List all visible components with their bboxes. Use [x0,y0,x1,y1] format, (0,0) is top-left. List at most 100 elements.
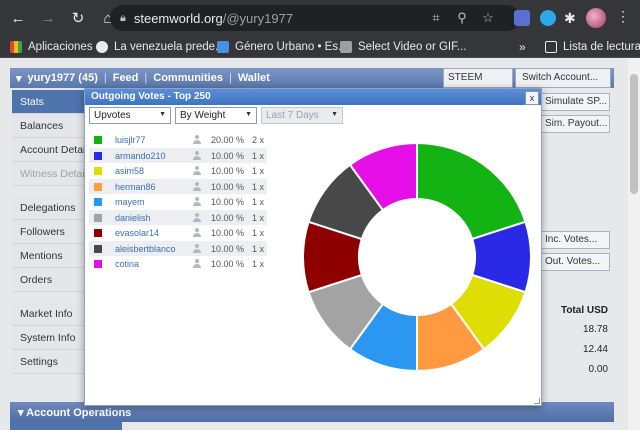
voter-link[interactable]: mayem [115,197,145,207]
bookmark-apps[interactable]: Aplicaciones [10,40,93,53]
resize-grip-icon[interactable] [534,398,540,404]
bookmark-item[interactable]: Género Urbano • Es... [217,40,348,53]
simulate-sp-button[interactable]: Simulate SP... [540,93,610,111]
vote-row: luisjlr77 20.00 % 2 x [89,132,267,148]
user-icon [192,197,202,206]
dialog-title: Outgoing Votes - Top 250 [85,89,541,105]
vote-count: 2 x [252,135,265,145]
bookmark-label: Género Urbano • Es... [235,40,348,53]
legend-swatch [94,167,102,175]
browser-toolbar: ← → ↻ ⌂ 🔒︎ steemworld.org/@yury1977 ⌗ ⚲ … [0,0,640,36]
out-votes-button[interactable]: Out. Votes... [540,253,610,271]
address-bar[interactable]: 🔒︎ steemworld.org/@yury1977 ⌗ ⚲ ☆ [110,5,520,31]
outgoing-votes-dialog: Outgoing Votes - Top 250 x Upvotes ▼ By W… [84,88,542,406]
vote-count: 1 x [252,259,265,269]
legend-swatch [94,136,102,144]
user-icon [192,181,202,191]
user-icon [192,228,202,237]
total-usd-value: 18.78 [582,324,608,335]
menu-icon[interactable]: ⋮ [616,8,630,25]
currency-select[interactable]: STEEM [443,68,513,88]
vote-count: 1 x [252,212,265,223]
bookmark-label: Aplicaciones [28,40,93,53]
bookmarks-more-icon[interactable]: » [519,40,526,54]
vote-count: 1 x [252,228,265,238]
total-usd-header: Total USD [560,305,608,316]
avatar[interactable] [586,8,606,28]
lock-icon: 🔒︎ [120,11,126,24]
bookmark-item[interactable]: Select Video or GIF... [340,40,466,53]
legend-swatch [94,182,102,191]
vote-count: 1 x [252,197,265,207]
caret-down-icon: ▼ [331,111,338,118]
votes-list: luisjlr77 20.00 % 2 x armando210 10.00 % 1 x a… [89,132,267,272]
legend-swatch [94,213,102,222]
zoom-icon[interactable]: ⚲ [454,10,470,26]
vote-row: mayem 10.00 % 1 x [89,194,267,210]
vote-row: aleisbertblanco 10.00 % 1 x [89,240,267,256]
bookmark-label: La venezuela prede... [114,40,225,53]
reload-icon[interactable]: ↻ [66,6,90,30]
account-operations-title: Account Operations [26,407,132,419]
vote-type-select[interactable]: Upvotes ▼ [89,107,171,124]
legend-swatch [94,198,102,206]
url-path: /@yury1977 [222,10,294,26]
vote-row: danielish 10.00 % 1 x [89,209,267,225]
chevron-down-icon[interactable]: ▾ [16,72,22,85]
star-icon[interactable]: ☆ [480,10,496,26]
reading-list[interactable]: Lista de lectura [545,40,640,53]
vote-count: 1 x [252,166,265,176]
voter-link[interactable]: evasolar14 [115,228,159,238]
wallet-link[interactable]: Wallet [238,72,270,84]
period-select: Last 7 Days ▼ [261,107,343,124]
donut-slice-luisjlr77[interactable] [416,141,527,241]
legend-swatch [94,244,102,253]
inc-votes-button[interactable]: Inc. Votes... [540,231,610,249]
user-icon [192,243,202,253]
translate-icon[interactable]: ⌗ [428,10,444,26]
separator: | [144,72,148,84]
vote-percent: 10.00 % [211,166,245,176]
vote-percent: 20.00 % [211,135,245,145]
page-content: ▾ yury1977 (45) | Feed | Communities | W… [0,58,628,430]
apps-grid-icon [10,40,22,53]
voter-link[interactable]: danielish [115,213,151,223]
user-icon [192,135,202,144]
reading-list-label: Lista de lectura [563,40,640,53]
total-usd-value: 12.44 [582,344,608,355]
voter-link[interactable]: luisjlr77 [115,135,146,145]
switch-account-button[interactable]: Switch Account... [515,68,611,88]
voter-link[interactable]: aleisbertblanco [115,244,176,254]
bookmarks-bar: Aplicaciones La venezuela prede... Géner… [0,36,640,58]
voter-link[interactable]: herman86 [115,182,156,192]
feed-link[interactable]: Feed [113,72,139,84]
extension-icon[interactable] [514,10,530,26]
voter-link[interactable]: asim58 [115,166,144,176]
legend-swatch [94,151,102,160]
voter-link[interactable]: armando210 [115,151,166,161]
caret-down-icon: ▼ [159,111,166,118]
page-scrollbar[interactable] [628,58,640,430]
vote-percent: 10.00 % [211,243,245,254]
user-icon [192,259,202,268]
puzzle-icon[interactable]: ✱ [564,10,580,26]
voter-link[interactable]: cotina [115,259,139,269]
operations-tab[interactable] [10,422,122,430]
back-icon[interactable]: ← [6,6,30,30]
extension-icon[interactable] [540,10,556,26]
votes-donut-chart [302,141,532,373]
chevron-down-icon: ▾ [18,407,27,419]
sim-payout-button[interactable]: Sim. Payout... [540,115,610,133]
user-icon [192,212,202,222]
total-usd-value: 0.00 [588,364,608,375]
vote-row: herman86 10.00 % 1 x [89,178,267,194]
forward-icon[interactable]: → [36,6,60,30]
close-button[interactable]: x [525,91,539,105]
sort-select[interactable]: By Weight ▼ [175,107,257,124]
bookmark-item[interactable]: La venezuela prede... [96,40,225,53]
caret-down-icon: ▼ [245,111,252,118]
vote-row: cotina 10.00 % 1 x [89,256,267,272]
scrollbar-thumb[interactable] [630,74,638,194]
communities-link[interactable]: Communities [153,72,223,84]
account-name[interactable]: yury1977 (45) [28,72,98,84]
